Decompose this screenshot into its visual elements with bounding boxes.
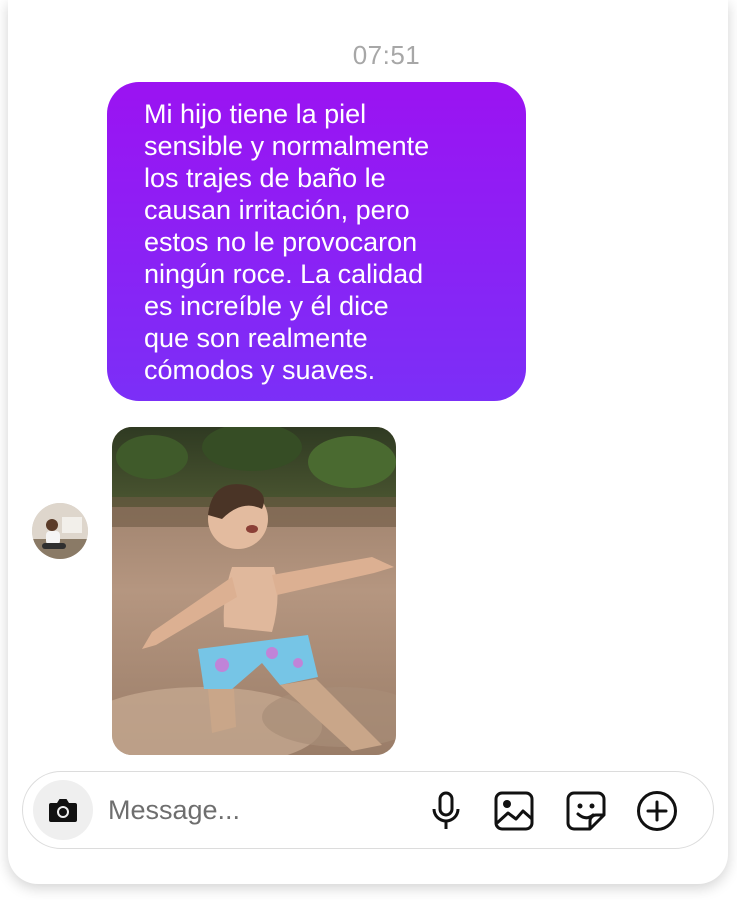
shared-photo[interactable] xyxy=(112,427,396,755)
camera-button[interactable] xyxy=(33,780,93,840)
add-icon xyxy=(637,791,677,831)
sent-message-bubble[interactable]: Mi hijo tiene la piel sensible y normalm… xyxy=(107,82,526,401)
sender-avatar[interactable] xyxy=(32,503,88,559)
sticker-button[interactable] xyxy=(564,789,608,833)
camera-icon xyxy=(49,799,77,822)
gallery-icon xyxy=(494,791,534,831)
message-composer xyxy=(22,771,714,849)
message-timestamp: 07:51 xyxy=(352,40,421,70)
message-input[interactable] xyxy=(108,790,408,830)
add-button[interactable] xyxy=(635,789,679,833)
photo-image xyxy=(112,427,396,755)
microphone-icon xyxy=(432,791,460,829)
sticker-icon xyxy=(566,791,606,831)
voice-message-button[interactable] xyxy=(424,789,468,833)
avatar-image xyxy=(32,503,88,559)
gallery-button[interactable] xyxy=(492,789,536,833)
